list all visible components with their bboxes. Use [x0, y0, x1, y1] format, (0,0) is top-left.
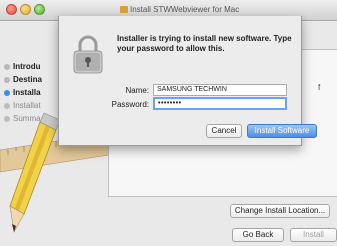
change-install-location-button[interactable]: Change Install Location...	[230, 204, 330, 218]
pane-partial-text: f	[318, 83, 321, 92]
step-bullet-icon	[4, 89, 10, 96]
install-software-button[interactable]: Install Software	[247, 124, 317, 138]
password-field[interactable]: ••••••••	[153, 97, 287, 110]
cancel-button[interactable]: Cancel	[206, 124, 242, 138]
package-icon	[120, 6, 128, 14]
step-label: Introdu	[13, 62, 41, 71]
step-installation-type: Installa	[4, 86, 42, 99]
step-label: Installa	[13, 88, 41, 97]
step-destination: Destina	[4, 73, 42, 86]
step-label: Destina	[13, 75, 42, 84]
authentication-sheet: Installer is trying to install new softw…	[58, 16, 317, 146]
go-back-button[interactable]: Go Back	[232, 228, 284, 242]
zoom-window-button[interactable]	[34, 4, 45, 15]
step-label: Installat	[13, 101, 41, 110]
installer-window: Install STWWebviewer for Mac Introdu Des…	[0, 0, 337, 246]
window-title-group: Install STWWebviewer for Mac	[120, 5, 239, 14]
install-button[interactable]: Install	[290, 228, 337, 242]
window-title: Install STWWebviewer for Mac	[130, 5, 240, 14]
auth-message: Installer is trying to install new softw…	[117, 34, 292, 53]
minimize-window-button[interactable]	[20, 4, 31, 15]
name-field[interactable]: SAMSUNG TECHWIN	[153, 84, 287, 96]
close-window-button[interactable]	[6, 4, 17, 15]
step-introduction: Introdu	[4, 60, 42, 73]
step-bullet-icon	[4, 63, 10, 70]
step-bullet-icon	[4, 102, 10, 109]
lock-icon	[73, 35, 103, 74]
step-bullet-icon	[4, 76, 10, 83]
name-label: Name:	[125, 86, 149, 95]
password-label: Password:	[111, 100, 149, 109]
